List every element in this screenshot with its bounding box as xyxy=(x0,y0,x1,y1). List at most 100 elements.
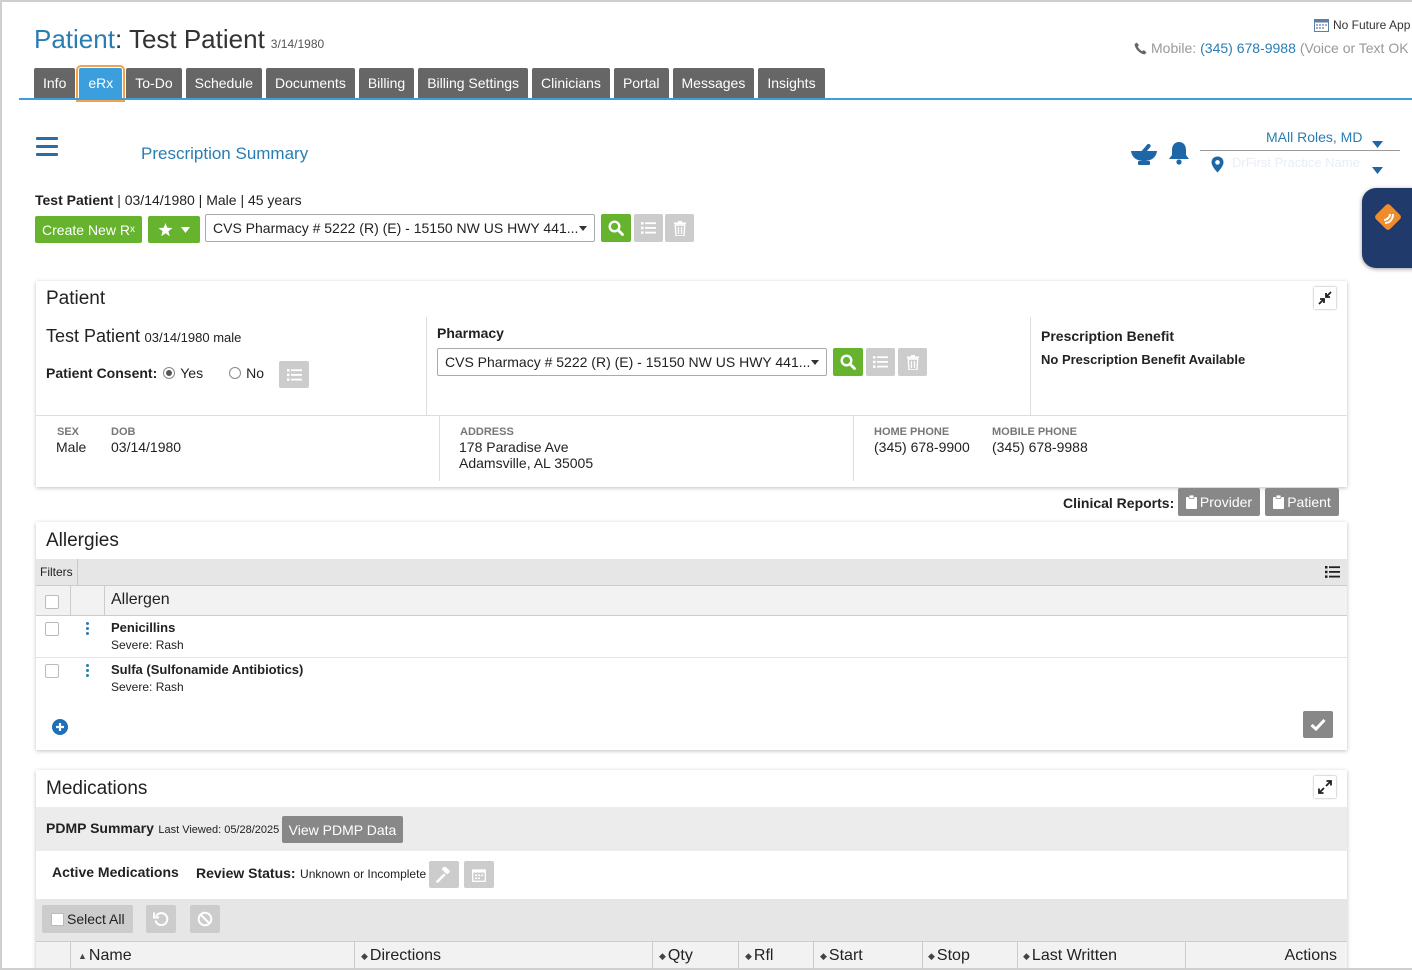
trash-icon xyxy=(673,220,686,236)
last-written-column-header[interactable]: ◆ Last Written xyxy=(1023,947,1117,965)
patient-pharmacy-search-button[interactable] xyxy=(833,348,863,376)
phone-icon xyxy=(1134,42,1147,54)
add-allergy-icon[interactable] xyxy=(52,719,68,740)
review-status-label: Review Status: xyxy=(196,865,296,881)
consent-no-radio[interactable] xyxy=(229,367,242,379)
allergy-name: Sulfa (Sulfonamide Antibiotics) xyxy=(111,662,304,677)
tab-documents[interactable]: Documents xyxy=(266,68,355,99)
list-icon xyxy=(286,368,302,381)
tab-messages[interactable]: Messages xyxy=(672,68,755,99)
sex-label: SEX xyxy=(57,426,80,438)
mobile-phone-label: MOBILE PHONE xyxy=(992,426,1077,438)
prescription-benefit-value: No Prescription Benefit Available xyxy=(1041,352,1246,367)
refill-column-header[interactable]: ◆ Rfl xyxy=(745,947,773,965)
home-phone-value: (345) 678-9900 xyxy=(874,439,970,455)
patient-pharmacy-list-button[interactable] xyxy=(866,348,895,376)
address-label: ADDRESS xyxy=(460,426,514,438)
more-options-icon[interactable] xyxy=(86,664,89,677)
collapse-icon[interactable] xyxy=(1314,287,1336,309)
tab-billing[interactable]: Billing xyxy=(358,68,415,99)
pdmp-summary-label: PDMP Summary xyxy=(46,820,154,836)
more-options-icon[interactable] xyxy=(86,622,89,635)
select-all-button[interactable]: Select All xyxy=(42,905,133,933)
list-icon xyxy=(873,356,888,368)
search-icon xyxy=(608,220,624,236)
calendar-icon xyxy=(1314,19,1329,32)
filters-button[interactable]: Filters xyxy=(40,565,73,579)
favorites-button[interactable] xyxy=(148,216,200,243)
pharmacy-search-button[interactable] xyxy=(601,214,631,242)
tab-info[interactable]: Info xyxy=(34,68,76,99)
consent-yes-label: Yes xyxy=(180,365,204,381)
review-status: Review Status: Unknown or Incomplete xyxy=(196,865,426,883)
patient-consent: Patient Consent: Yes No xyxy=(46,365,264,381)
pdmp-bar: PDMP Summary Last Viewed: 05/28/2025 Vie… xyxy=(36,807,1347,851)
tab-clinicians[interactable]: Clinicians xyxy=(532,68,610,99)
patient-pharmacy-select[interactable]: CVS Pharmacy # 5222 (R) (E) - 15150 NW U… xyxy=(437,348,827,376)
column-options-icon[interactable] xyxy=(1325,565,1340,583)
select-all-checkbox[interactable] xyxy=(51,912,64,926)
chevron-down-icon[interactable] xyxy=(1372,161,1383,179)
tab-underline xyxy=(19,98,1412,100)
bell-icon[interactable] xyxy=(1168,141,1190,170)
assistant-widget[interactable] xyxy=(1362,188,1412,268)
trash-icon xyxy=(906,354,919,370)
assistant-logo-icon xyxy=(1375,204,1401,230)
patient-pharmacy-delete-button[interactable] xyxy=(898,348,927,376)
directions-column-header[interactable]: ◆ Directions xyxy=(361,947,441,965)
consent-yes-radio[interactable] xyxy=(163,367,176,379)
provider-selector[interactable]: MAll Roles, MD xyxy=(1266,129,1362,145)
expand-icon[interactable] xyxy=(1314,776,1336,798)
active-medications-label: Active Medications xyxy=(52,864,179,880)
tab-billing-settings[interactable]: Billing Settings xyxy=(418,68,529,99)
tab-insights[interactable]: Insights xyxy=(758,68,825,99)
allergy-detail: Severe: Rash xyxy=(111,680,184,694)
allergies-table-header: Allergen xyxy=(36,585,1347,616)
tab-erx[interactable]: eRx xyxy=(76,65,126,102)
create-new-rx-button[interactable]: Create New Rx xyxy=(35,216,142,243)
calendar-icon xyxy=(472,868,486,882)
mobile-number[interactable]: (345) 678-9988 xyxy=(1200,40,1296,56)
tab-schedule[interactable]: Schedule xyxy=(185,68,263,99)
tab-to-do[interactable]: To-Do xyxy=(126,68,182,99)
consent-list-button[interactable] xyxy=(279,361,309,388)
allergen-column-header[interactable]: Allergen xyxy=(111,591,170,609)
qty-column-header[interactable]: ◆ Qty xyxy=(659,947,693,965)
view-pdmp-button[interactable]: View PDMP Data xyxy=(282,816,403,843)
menu-icon[interactable] xyxy=(36,137,58,156)
dob-value: 03/14/1980 xyxy=(111,439,182,455)
allergy-row-checkbox[interactable] xyxy=(45,622,59,636)
review-gavel-button[interactable] xyxy=(429,861,459,888)
allergies-select-all-checkbox[interactable] xyxy=(45,595,59,609)
table-row: Sulfa (Sulfonamide Antibiotics) Severe: … xyxy=(36,658,1347,700)
discontinue-button[interactable] xyxy=(190,905,220,933)
allergy-name: Penicillins xyxy=(111,620,176,635)
medications-card: Medications PDMP Summary Last Viewed: 05… xyxy=(36,770,1347,968)
patient-label: Patient xyxy=(34,24,115,54)
review-calendar-button[interactable] xyxy=(464,861,494,888)
allergy-row-checkbox[interactable] xyxy=(45,664,59,678)
provider-report-label: Provider xyxy=(1199,494,1253,510)
pdmp-last-viewed: Last Viewed: 05/28/2025 xyxy=(158,824,280,836)
future-appointment[interactable]: No Future App xyxy=(1314,18,1410,32)
review-allergies-button[interactable] xyxy=(1303,711,1333,738)
mobile-label: Mobile: xyxy=(1151,40,1197,56)
create-rx-subscript: x xyxy=(129,224,135,235)
mortar-pestle-icon[interactable] xyxy=(1130,142,1158,171)
stop-column-header[interactable]: ◆ Stop xyxy=(928,947,970,965)
start-column-header[interactable]: ◆ Start xyxy=(820,947,863,965)
clipboard-icon xyxy=(1185,495,1197,509)
name-column-header[interactable]: ▲ Name xyxy=(78,947,132,965)
allergies-filter-bar: Filters xyxy=(36,559,1347,585)
location-selector[interactable]: DrFirst Practice Name xyxy=(1232,155,1360,170)
pharmacy-select[interactable]: CVS Pharmacy # 5222 (R) (E) - 15150 NW U… xyxy=(205,214,595,242)
undo-button[interactable] xyxy=(146,905,176,933)
pharmacy-list-button[interactable] xyxy=(634,214,663,242)
page-title: Prescription Summary xyxy=(141,144,309,163)
patient-card-name-row: Test Patient 03/14/1980 male xyxy=(46,326,241,347)
mobile-contact: Mobile: (345) 678-9988 (Voice or Text OK xyxy=(1134,40,1409,56)
provider-report-button[interactable]: Provider xyxy=(1178,488,1260,516)
pharmacy-delete-button[interactable] xyxy=(665,214,694,242)
patient-report-button[interactable]: Patient xyxy=(1265,488,1339,516)
tab-portal[interactable]: Portal xyxy=(613,68,669,99)
